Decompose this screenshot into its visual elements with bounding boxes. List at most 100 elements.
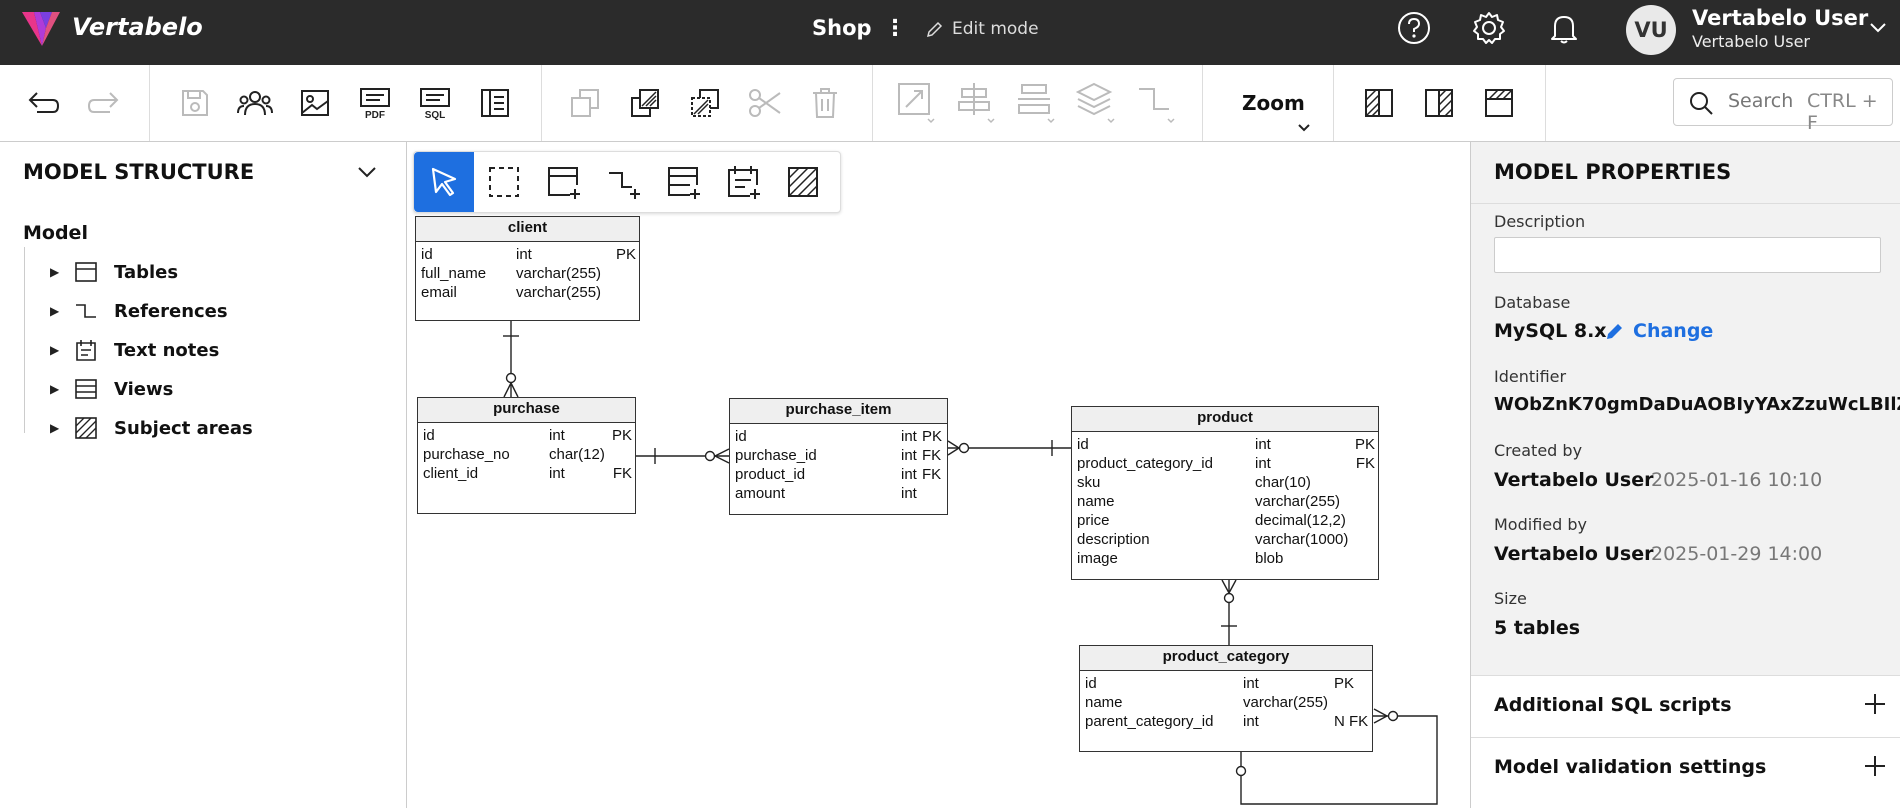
expand-arrow-icon[interactable]: ▶ <box>50 304 64 318</box>
tree-item-label: Views <box>114 378 174 400</box>
bell-icon[interactable] <box>1544 8 1584 48</box>
section-label: Model validation settings <box>1494 756 1767 778</box>
panel-title: MODEL PROPERTIES <box>1494 160 1732 184</box>
database-label: Database <box>1494 293 1571 312</box>
tree-item-text-notes[interactable]: ▶ Text notes <box>50 335 219 365</box>
table-icon <box>74 260 98 284</box>
table-product-category[interactable]: product_category id int PK name varchar(255… <box>1079 645 1373 752</box>
table-column-row: full_name varchar(255) <box>421 265 602 282</box>
identifier-label: Identifier <box>1494 367 1567 386</box>
search-input[interactable]: Search CTRL + F <box>1673 78 1893 134</box>
created-by-label: Created by <box>1494 441 1583 460</box>
table-name: product_category <box>1080 646 1372 671</box>
undo-icon[interactable] <box>23 83 63 123</box>
table-column-row: image blob <box>1077 550 1284 567</box>
description-field[interactable] <box>1494 237 1881 273</box>
gear-icon[interactable] <box>1469 8 1509 48</box>
tree-root-model[interactable]: Model <box>23 222 88 244</box>
export-pdf-icon[interactable]: PDF <box>355 83 395 123</box>
main-toolbar: PDF SQL Zoom Search CTRL + F <box>0 65 1900 142</box>
table-column-row: amount int <box>735 485 917 502</box>
model-properties-panel: MODEL PROPERTIES Description Database My… <box>1470 142 1900 808</box>
model-validation-settings-section[interactable]: Model validation settings <box>1471 737 1900 800</box>
table-purchase-item[interactable]: purchase_item id int PK purchase_id int FK p… <box>729 398 948 515</box>
brand-name: Vertabelo <box>72 13 203 41</box>
help-icon[interactable] <box>1394 8 1434 48</box>
svg-text:PDF: PDF <box>365 110 385 120</box>
vertabelo-logo[interactable]: Vertabelo <box>22 8 203 46</box>
expand-arrow-icon[interactable]: ▶ <box>50 382 64 396</box>
tree-item-label: Tables <box>114 261 179 283</box>
identifier-value: WObZnK70gmDaDuAOBIyYAxZzuWcLBIlZ <box>1494 394 1900 415</box>
expand-arrow-icon[interactable]: ▶ <box>50 421 64 435</box>
plus-icon[interactable] <box>1863 692 1887 720</box>
tree-item-subject-areas[interactable]: ▶ Subject areas <box>50 413 253 443</box>
table-client[interactable]: client id int PK full_name varchar(255) ema… <box>415 216 640 321</box>
table-name: purchase_item <box>730 399 947 424</box>
fit-icon[interactable] <box>896 83 936 124</box>
table-column-row: name varchar(255) <box>1077 493 1341 510</box>
subject-area-top-icon[interactable] <box>1479 83 1519 123</box>
toolbar-divider <box>1545 65 1546 141</box>
redo-icon[interactable] <box>84 83 124 123</box>
edit-mode-indicator[interactable]: Edit mode <box>926 19 1039 39</box>
align-center-icon[interactable] <box>956 83 996 124</box>
table-column-row: id int PK <box>735 428 943 445</box>
tree-item-references[interactable]: ▶ References <box>50 296 228 326</box>
expand-arrow-icon[interactable]: ▶ <box>50 265 64 279</box>
avatar[interactable]: VU <box>1626 5 1676 55</box>
table-column-row: description varchar(1000) <box>1077 531 1349 548</box>
delete-icon[interactable] <box>805 83 845 123</box>
tree-item-label: Subject areas <box>114 417 253 439</box>
tree-item-views[interactable]: ▶ Views <box>50 374 173 404</box>
send-to-back-icon[interactable] <box>685 83 725 123</box>
chevron-down-icon[interactable] <box>1297 118 1311 137</box>
table-column-row: id int PK <box>1077 436 1375 453</box>
chevron-down-icon[interactable] <box>1868 20 1888 39</box>
table-column-row: name varchar(255) <box>1085 694 1329 711</box>
view-icon <box>74 377 98 401</box>
database-value: MySQL 8.x <box>1494 320 1607 342</box>
cut-icon[interactable] <box>745 83 785 123</box>
document-title[interactable]: Shop <box>812 16 872 40</box>
share-users-icon[interactable] <box>235 83 275 123</box>
layers-icon[interactable] <box>1076 82 1116 124</box>
table-product[interactable]: product id int PK product_category_id int FK… <box>1071 406 1379 580</box>
table-column-row: email varchar(255) <box>421 284 602 301</box>
table-column-row: id int PK <box>423 427 632 444</box>
subject-area-left-icon[interactable] <box>1359 83 1399 123</box>
clone-icon[interactable] <box>565 83 605 123</box>
table-column-row: product_category_id int FK <box>1077 455 1375 472</box>
export-image-icon[interactable] <box>295 83 335 123</box>
tree-item-tables[interactable]: ▶ Tables <box>50 257 178 287</box>
additional-sql-scripts-section[interactable]: Additional SQL scripts <box>1471 675 1900 738</box>
search-icon <box>1690 92 1713 115</box>
reference-line-icon[interactable] <box>1136 83 1176 124</box>
table-column-row: purchase_id int FK <box>735 447 942 464</box>
pencil-icon <box>1607 324 1622 339</box>
chevron-down-icon[interactable] <box>356 164 378 183</box>
table-purchase[interactable]: purchase id int PK purchase_no char(12) cli… <box>417 397 636 514</box>
model-structure-panel: MODEL STRUCTURE Model ▶ Tables ▶ Referen… <box>0 142 407 808</box>
more-options-icon[interactable]: ⋮ <box>884 16 906 41</box>
table-column-row: id int PK <box>1085 675 1355 692</box>
save-icon[interactable] <box>175 83 215 123</box>
top-bar: Vertabelo Shop ⋮ Edit mode VU Vertabelo … <box>0 0 1900 65</box>
bring-to-front-icon[interactable] <box>625 83 665 123</box>
plus-icon[interactable] <box>1863 754 1887 782</box>
expand-arrow-icon[interactable]: ▶ <box>50 343 64 357</box>
change-database-button[interactable]: Change <box>1605 320 1713 342</box>
diagram-canvas[interactable]: client id int PK full_name varchar(255) ema… <box>407 142 1469 808</box>
toolbar-divider <box>872 65 873 141</box>
zoom-label[interactable]: Zoom <box>1242 91 1305 115</box>
size-value: 5 tables <box>1494 617 1581 639</box>
user-name[interactable]: Vertabelo User <box>1692 6 1868 30</box>
subject-area-right-icon[interactable] <box>1419 83 1459 123</box>
logo-icon <box>22 12 60 46</box>
align-middle-icon[interactable] <box>1016 83 1056 124</box>
modified-by-label: Modified by <box>1494 515 1587 534</box>
export-sql-icon[interactable]: SQL <box>415 83 455 123</box>
reference-icon <box>74 299 98 323</box>
subject-area-icon <box>74 416 98 440</box>
sql-preview-icon[interactable] <box>475 83 515 123</box>
